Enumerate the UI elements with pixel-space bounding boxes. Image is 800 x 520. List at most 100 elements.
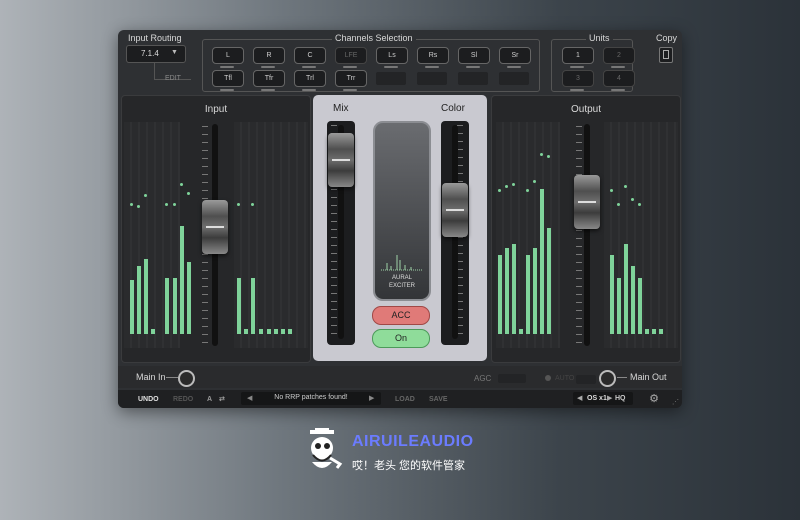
meter-peak [173, 202, 176, 206]
meter-peak [638, 202, 641, 206]
channel-button-tfr[interactable]: Tfr [253, 70, 285, 87]
channel-button-sr[interactable]: Sr [499, 47, 531, 64]
meter-bar [281, 329, 285, 334]
meter-peak [505, 184, 508, 188]
auto-indicator [545, 375, 551, 381]
channel-button-l-led [220, 66, 234, 68]
auto-button[interactable]: AUTO [555, 375, 574, 382]
channel-button-sl[interactable]: Sl [458, 47, 490, 64]
meter-peak [547, 155, 550, 159]
os-prev-icon[interactable]: ◀ [577, 394, 582, 402]
unit-button-3[interactable]: 3 [562, 70, 594, 87]
on-button[interactable]: On [372, 329, 430, 348]
channel-button-r[interactable]: R [253, 47, 285, 64]
meter-bar [137, 266, 141, 334]
copy-button[interactable] [659, 47, 673, 63]
meter-peak [610, 189, 613, 193]
ab-a-button[interactable]: A [207, 396, 212, 403]
channel-button-trr[interactable]: Trr [335, 70, 367, 87]
mix-title: Mix [333, 103, 349, 114]
main-out-label: Main Out [630, 372, 667, 382]
channel-button-trl-led [302, 89, 316, 91]
meter-bar [151, 329, 155, 334]
redo-button[interactable]: REDO [173, 396, 193, 403]
channel-empty-slot [376, 72, 406, 85]
os-next-icon[interactable]: ▶ [607, 394, 612, 402]
meter-peak [237, 202, 240, 206]
routing-value: 7.1.4 [141, 49, 159, 58]
channel-button-c[interactable]: C [294, 47, 326, 64]
channel-button-rs[interactable]: Rs [417, 47, 449, 64]
channel-button-l[interactable]: L [212, 47, 244, 64]
meter-bar [638, 277, 642, 334]
channel-button-lfe[interactable]: LFE [335, 47, 367, 64]
units-title: Units [586, 33, 613, 43]
meter-bar [274, 329, 278, 334]
main-in-knob[interactable] [178, 370, 195, 387]
unit-button-1-led [570, 66, 584, 68]
old-man-avatar-icon [310, 426, 343, 469]
unit-button-4-led [611, 89, 625, 91]
exciter-spectrum [381, 255, 423, 271]
meter-bar [659, 329, 663, 334]
resize-handle-icon[interactable]: ⋰ [672, 398, 679, 406]
unit-button-1[interactable]: 1 [562, 47, 594, 64]
oversampling-selector[interactable]: ◀ OS x1 ▶ HQ [573, 392, 633, 405]
routing-dropdown[interactable]: 7.1.4 ▼ [126, 45, 186, 63]
acc-button[interactable]: ACC [372, 306, 430, 325]
preset-next-icon[interactable]: ▶ [369, 394, 374, 402]
meter-bar [547, 227, 551, 334]
input-fader-handle[interactable] [202, 200, 228, 254]
meter-bar [540, 189, 544, 334]
channel-button-ls[interactable]: Ls [376, 47, 408, 64]
main-in-line [166, 377, 178, 378]
unit-button-2-led [611, 66, 625, 68]
edit-button[interactable]: EDIT [165, 75, 181, 82]
meter-bar [251, 277, 255, 334]
undo-button[interactable]: UNDO [138, 396, 159, 403]
meter-bar [645, 329, 649, 334]
channel-button-lfe-led [343, 66, 357, 68]
output-fader-handle[interactable] [574, 175, 600, 230]
load-button[interactable]: LOAD [395, 396, 415, 403]
mix-fader-handle[interactable] [328, 133, 354, 187]
preset-selector[interactable]: ◀ No RRP patches found! ▶ [241, 392, 381, 405]
meter-peak [631, 198, 634, 202]
meter-peak [533, 180, 536, 184]
meter-bar [267, 329, 271, 334]
ab-compare-icon[interactable]: ⇄ [219, 395, 225, 403]
hq-button[interactable]: HQ [615, 395, 626, 402]
meter-peak [251, 202, 254, 206]
meter-peak [624, 184, 627, 188]
watermark-brand: AIRUILEAUDIO [352, 433, 474, 450]
meter-peak [540, 153, 543, 157]
meter-bar [498, 254, 502, 334]
meter-peak [526, 189, 529, 193]
meter-bar [165, 277, 169, 334]
channel-button-trl[interactable]: Trl [294, 70, 326, 87]
watermark-logo [304, 426, 344, 476]
meter-peak [187, 191, 190, 195]
save-button[interactable]: SAVE [429, 396, 448, 403]
unit-button-2[interactable]: 2 [603, 47, 635, 64]
meter-bar [244, 329, 248, 334]
out-slot [576, 375, 596, 384]
main-out-line [617, 377, 627, 378]
plugin-window: Input Routing 7.1.4 ▼ EDIT Channels Sele… [118, 30, 682, 408]
channel-button-ls-led [384, 66, 398, 68]
aural-exciter-display: AURAL EXCITER [373, 121, 431, 301]
io-row [118, 366, 682, 388]
settings-gear-icon[interactable]: ⚙ [648, 393, 660, 405]
color-title: Color [441, 103, 465, 114]
meter-bar [144, 259, 148, 334]
main-out-knob[interactable] [599, 370, 616, 387]
meter-bar [288, 329, 292, 334]
unit-button-4[interactable]: 4 [603, 70, 635, 87]
meter-peak [137, 205, 140, 209]
meter-bar [512, 243, 516, 334]
meter-bar [617, 277, 621, 334]
channel-button-tfl[interactable]: Tfl [212, 70, 244, 87]
output-panel: Output [491, 95, 681, 363]
meter-bar [505, 248, 509, 334]
color-fader-handle[interactable] [442, 183, 468, 238]
